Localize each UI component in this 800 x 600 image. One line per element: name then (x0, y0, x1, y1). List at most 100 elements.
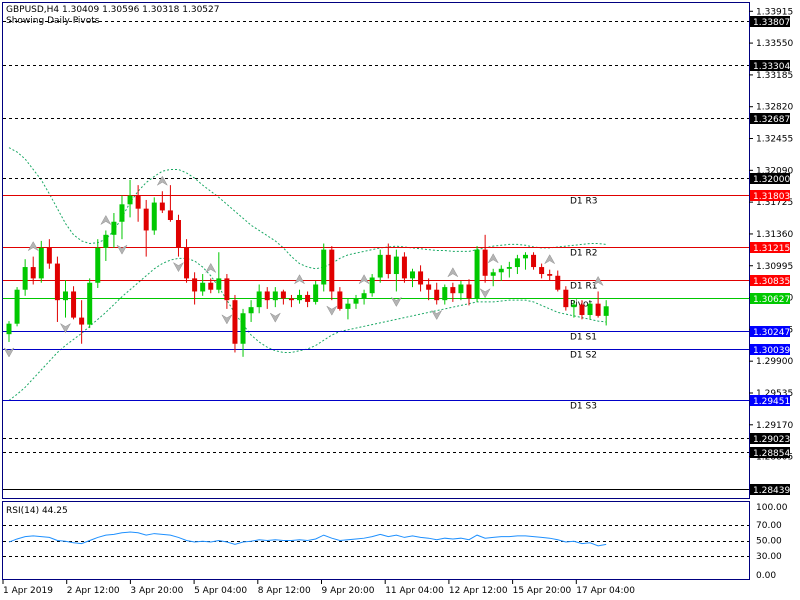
level-price-tag-text: 1.33304 (753, 62, 790, 72)
rsi-tick-label: 0.00 (756, 571, 776, 581)
candle-body (22, 267, 28, 290)
candle-body (256, 291, 262, 308)
fractal-down-arrow (172, 261, 185, 273)
candle-body (369, 277, 375, 294)
candle-body (539, 267, 545, 275)
candle-body (313, 284, 319, 302)
candle-body (506, 267, 512, 269)
candle-body (337, 291, 343, 309)
fractal-down-arrow (431, 309, 443, 321)
level-name-label: D1 S2 (570, 351, 597, 361)
candle-body (297, 294, 303, 301)
pivot-levels: D1 R3D1 R2D1 R1PivotD1 S1D1 S2D1 S3 (3, 21, 749, 490)
fractal-up-arrow (447, 267, 459, 278)
candle-body (482, 249, 488, 276)
candle-body (208, 282, 214, 290)
level-price-tag-text: 1.32000 (753, 175, 790, 185)
fractal-down-arrow (221, 314, 233, 325)
candle-body (595, 303, 601, 316)
level-name-label: D1 R1 (570, 282, 598, 292)
time-tick-label: 8 Apr 12:00 (258, 586, 311, 596)
candle-body (401, 256, 407, 279)
rsi-tick-label: 50.00 (756, 537, 782, 547)
candle-body (103, 234, 109, 248)
candle-body (571, 304, 577, 308)
candle-body (272, 291, 278, 301)
candle-body (184, 247, 190, 279)
level-price-tag-text: 1.29023 (753, 435, 790, 445)
candle-body (393, 256, 399, 275)
candle-body (305, 294, 311, 302)
price-axis: 1.33915 1.33550 1.33185 1.32820 1.32455 1.320… (749, 7, 793, 463)
price-tick-label: 1.32455 (756, 135, 793, 145)
fractal-up-arrow (358, 274, 370, 285)
price-tick-label: 1.30995 (756, 262, 793, 272)
candle-body (458, 284, 464, 294)
time-tick-label: 17 Apr 04:00 (576, 586, 635, 596)
trading-chart[interactable]: 1.33915 1.33550 1.33185 1.32820 1.32455 1.320… (0, 0, 800, 600)
level-price-tag-text: 1.29451 (753, 397, 790, 407)
candle-body (87, 282, 93, 325)
candle-body (135, 195, 141, 209)
candle-body (490, 272, 496, 276)
candle-body (240, 313, 246, 344)
candle-body (151, 202, 157, 231)
candle-body (30, 267, 36, 279)
candle-body (603, 306, 609, 316)
level-price-tag-text: 1.31215 (753, 244, 790, 254)
price-tick-label: 1.33915 (756, 7, 793, 17)
price-tick-label: 1.33550 (756, 39, 793, 49)
candle-body (119, 204, 125, 222)
level-price-tag-text: 1.30627 (753, 295, 790, 305)
candle-body (62, 291, 68, 301)
fractal-up-arrow (293, 274, 306, 285)
price-tick-label: 1.33185 (756, 71, 793, 81)
candle-body (555, 275, 561, 290)
time-tick-label: 11 Apr 04:00 (385, 586, 444, 596)
time-tick-label: 1 Apr 2019 (3, 586, 53, 596)
candle-body (232, 300, 238, 344)
candle-body (418, 271, 424, 285)
candle-body (127, 195, 133, 205)
rsi-indicator: 100.00 70.00 50.00 30.00 0.00 (3, 503, 788, 581)
fractal-markers (3, 175, 604, 358)
candle-body (426, 284, 432, 290)
candle-body (192, 278, 198, 292)
fractal-up-arrow (100, 214, 112, 226)
candle-body (531, 254, 537, 268)
candle-body (280, 291, 286, 299)
candle-body (216, 278, 222, 290)
chart-symbol-header: GBPUSD,H4 1.30409 1.30596 1.30318 1.3052… (6, 5, 219, 15)
candle-body (321, 249, 327, 285)
fractal-up-arrow (205, 262, 217, 274)
candlesticks (6, 179, 609, 357)
fractal-down-arrow (326, 305, 338, 316)
fractal-up-arrow (156, 175, 169, 186)
fractal-up-arrow (27, 241, 39, 252)
fractal-up-arrow (487, 253, 499, 264)
candle-body (224, 278, 230, 301)
candle-body (71, 291, 77, 318)
price-tick-label: 1.29170 (756, 421, 793, 431)
candle-body (6, 323, 12, 335)
candle-body (410, 271, 415, 279)
candle-body (264, 291, 270, 301)
level-name-label: D1 R2 (570, 249, 598, 259)
candle-body (450, 287, 456, 294)
level-price-tag-text: 1.30039 (753, 346, 790, 356)
candle-body (474, 249, 480, 299)
candle-body (14, 289, 20, 324)
rsi-label: RSI(14) 44.25 (6, 506, 68, 516)
price-tick-label: 1.32820 (756, 103, 793, 113)
candle-body (38, 247, 44, 279)
price-tick-label: 1.31360 (756, 230, 793, 240)
candle-body (466, 284, 472, 299)
fractal-up-arrow (544, 254, 556, 265)
level-price-tag-text: 1.33807 (753, 18, 790, 28)
candle-body (587, 303, 593, 315)
candle-body (95, 247, 101, 283)
time-axis: 1 Apr 2019 2 Apr 12:00 3 Apr 20:00 5 Apr 04… (2, 580, 635, 596)
candle-body (167, 210, 173, 220)
candle-body (111, 221, 117, 235)
candle-body (248, 307, 254, 314)
